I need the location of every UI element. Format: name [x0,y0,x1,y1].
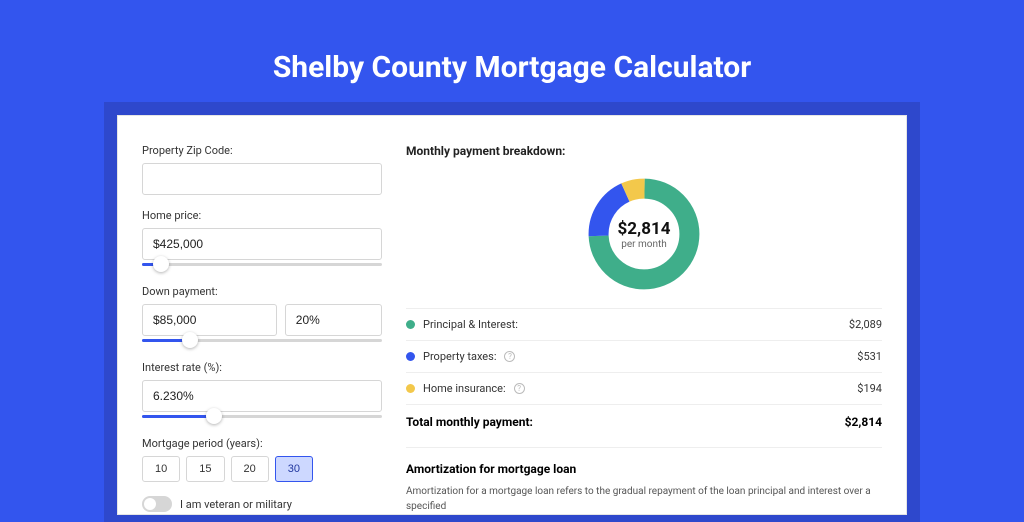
total-value: $2,814 [845,415,882,429]
down-payment-percent-input[interactable] [285,304,382,336]
toggle-knob-icon [144,498,156,510]
donut-center: $2,814 per month [584,174,704,294]
legend-dot-icon [406,352,415,361]
legend-row-principal: Principal & Interest: $2,089 [406,308,882,340]
veteran-label: I am veteran or military [180,498,292,511]
period-option-15[interactable]: 15 [186,456,224,482]
veteran-toggle-row: I am veteran or military [142,496,382,512]
legend-dot-icon [406,320,415,329]
info-icon[interactable]: ? [514,383,525,394]
interest-label: Interest rate (%): [142,361,382,374]
down-payment-label: Down payment: [142,285,382,298]
amortization-section: Amortization for mortgage loan Amortizat… [406,447,882,514]
total-label: Total monthly payment: [406,415,533,429]
home-price-input[interactable] [142,228,382,260]
info-icon[interactable]: ? [504,351,515,362]
legend-row-taxes: Property taxes: ? $531 [406,340,882,372]
page-title: Shelby County Mortgage Calculator [273,50,751,85]
legend-value: $194 [857,382,882,395]
donut-sublabel: per month [621,239,667,250]
down-payment-slider[interactable] [142,335,382,347]
period-label: Mortgage period (years): [142,437,382,450]
inputs-column: Property Zip Code: Home price: Down paym… [142,144,382,514]
interest-slider[interactable] [142,411,382,423]
period-button-group: 10 15 20 30 [142,456,382,482]
slider-thumb-icon[interactable] [206,408,222,424]
legend-label: Principal & Interest: [423,318,518,331]
down-payment-amount-input[interactable] [142,304,277,336]
legend-value: $2,089 [849,318,882,331]
period-option-10[interactable]: 10 [142,456,180,482]
amortization-heading: Amortization for mortgage loan [406,462,882,476]
veteran-toggle[interactable] [142,496,172,512]
zip-input[interactable] [142,163,382,195]
interest-input[interactable] [142,380,382,412]
legend-dot-icon [406,384,415,393]
legend-row-insurance: Home insurance: ? $194 [406,372,882,404]
slider-thumb-icon[interactable] [153,256,169,272]
legend-label: Property taxes: [423,350,496,363]
legend-label: Home insurance: [423,382,506,395]
donut-amount: $2,814 [618,219,671,239]
legend-value: $531 [857,350,882,363]
home-price-label: Home price: [142,209,382,222]
period-option-30[interactable]: 30 [275,456,313,482]
zip-label: Property Zip Code: [142,144,382,157]
donut-chart: $2,814 per month [584,174,704,294]
home-price-slider[interactable] [142,259,382,271]
donut-chart-wrap: $2,814 per month [406,170,882,308]
breakdown-title: Monthly payment breakdown: [406,144,882,158]
total-row: Total monthly payment: $2,814 [406,404,882,443]
period-option-20[interactable]: 20 [231,456,269,482]
amortization-text: Amortization for a mortgage loan refers … [406,484,882,514]
breakdown-column: Monthly payment breakdown: $2,814 per mo… [406,144,882,514]
slider-thumb-icon[interactable] [182,332,198,348]
calculator-card: Property Zip Code: Home price: Down paym… [117,115,907,515]
